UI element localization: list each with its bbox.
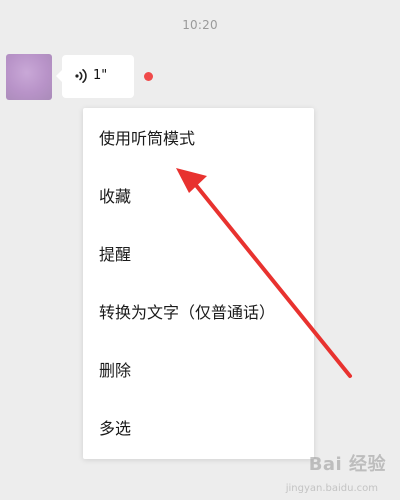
voice-wave-icon <box>73 67 89 85</box>
menu-item-earpiece-mode[interactable]: 使用听筒模式 <box>83 110 314 168</box>
message-timestamp: 10:20 <box>182 18 218 32</box>
watermark-url: jingyan.baidu.com <box>285 483 378 494</box>
menu-item-convert-to-text[interactable]: 转换为文字（仅普通话） <box>83 284 314 342</box>
menu-item-multi-select[interactable]: 多选 <box>83 400 314 458</box>
menu-item-favorite[interactable]: 收藏 <box>83 168 314 226</box>
context-menu: 使用听筒模式 收藏 提醒 转换为文字（仅普通话） 删除 多选 <box>83 108 314 459</box>
watermark-logo: Bai 经验 <box>308 454 386 475</box>
unread-dot <box>144 72 153 81</box>
voice-message-bubble[interactable]: 1" <box>56 55 134 98</box>
menu-item-remind[interactable]: 提醒 <box>83 226 314 284</box>
voice-duration: 1" <box>93 68 108 83</box>
menu-item-delete[interactable]: 删除 <box>83 342 314 400</box>
sender-avatar[interactable] <box>6 54 52 100</box>
